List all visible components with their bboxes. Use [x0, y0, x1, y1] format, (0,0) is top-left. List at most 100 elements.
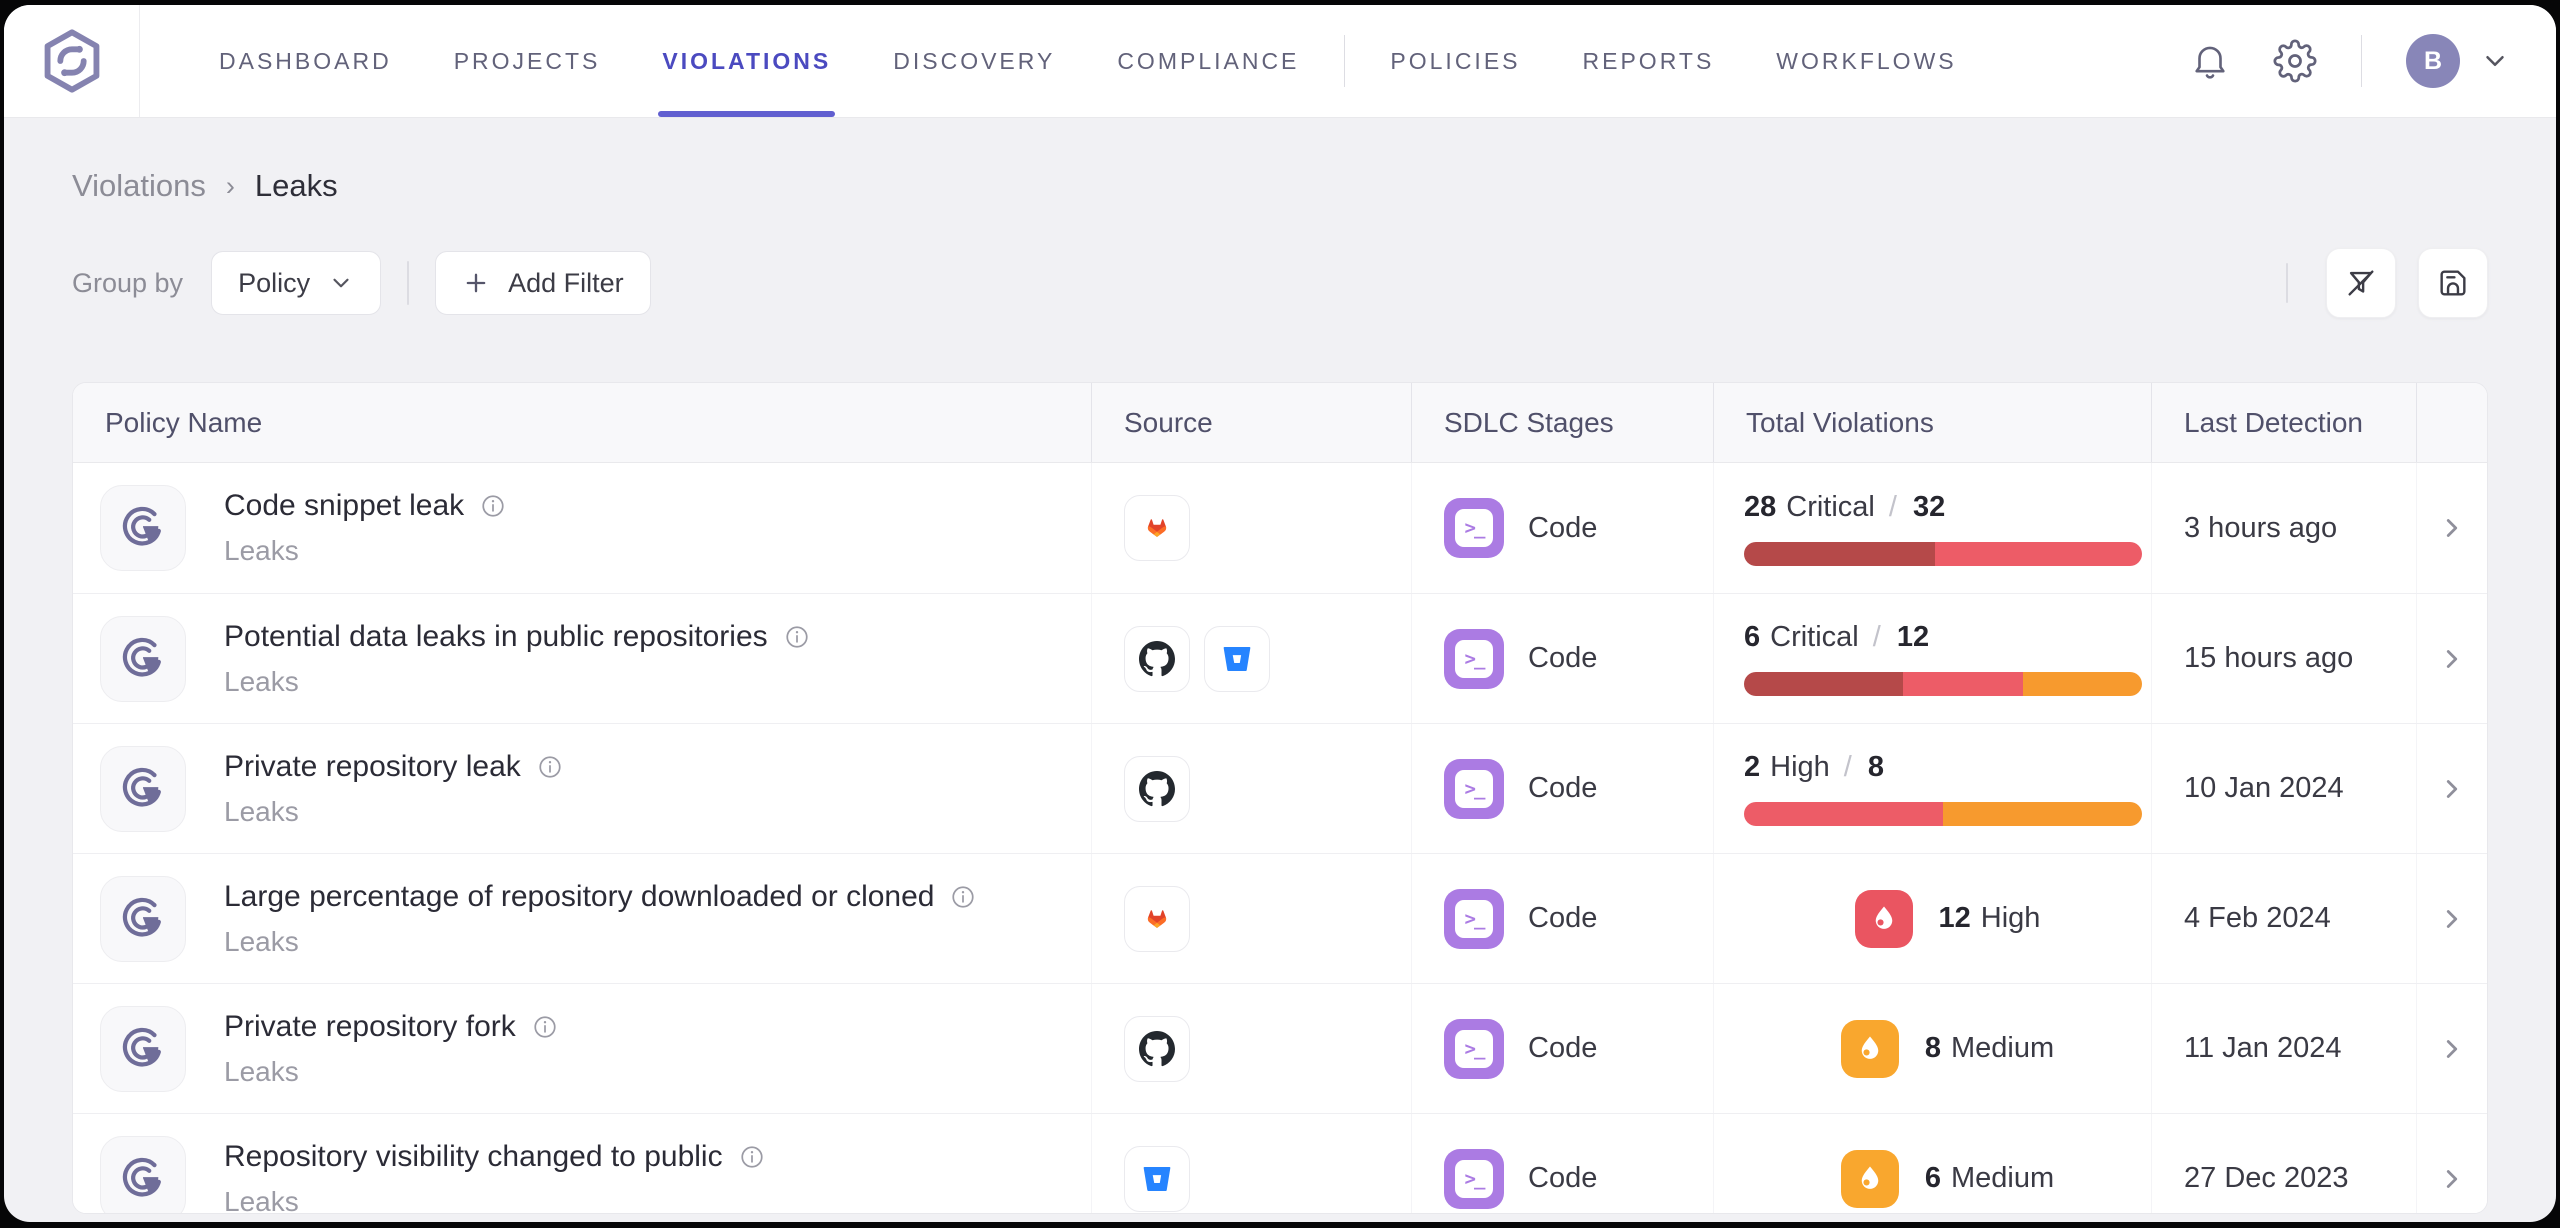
- policy-name: Repository visibility changed to public: [224, 1140, 723, 1174]
- col-policy-name[interactable]: Policy Name: [73, 383, 1091, 462]
- github-icon: [1124, 756, 1190, 822]
- chevron-right-icon[interactable]: [2437, 513, 2467, 543]
- col-last-detection[interactable]: Last Detection: [2151, 383, 2416, 462]
- violation-count: 12: [1939, 902, 1971, 935]
- chevron-right-icon[interactable]: [2437, 904, 2467, 934]
- policy-name: Code snippet leak: [224, 489, 464, 523]
- nav-workflows[interactable]: WORKFLOWS: [1776, 5, 1956, 117]
- nav-discovery[interactable]: DISCOVERY: [893, 5, 1055, 117]
- violation-separator: /: [1873, 621, 1881, 654]
- filter-off-icon: [2344, 266, 2378, 300]
- toolbar-divider: [407, 261, 409, 305]
- info-icon[interactable]: [739, 1144, 765, 1170]
- nav-compliance[interactable]: COMPLIANCE: [1117, 5, 1299, 117]
- violations-table: Policy Name Source SDLC Stages Total Vio…: [72, 382, 2488, 1214]
- code-stage-icon: >_: [1444, 1019, 1504, 1079]
- violation-severity: High: [1981, 902, 2041, 935]
- violation-total: 12: [1897, 621, 1929, 654]
- col-source[interactable]: Source: [1091, 383, 1411, 462]
- nav-violations[interactable]: VIOLATIONS: [662, 5, 831, 117]
- last-detection: 11 Jan 2024: [2151, 984, 2416, 1113]
- flame-icon: [1855, 890, 1913, 948]
- violation-total: 32: [1913, 491, 1945, 524]
- nav-policies[interactable]: POLICIES: [1390, 5, 1520, 117]
- save-view-button[interactable]: [2418, 248, 2488, 318]
- chevron-down-icon[interactable]: [2480, 46, 2510, 76]
- plus-icon: [462, 269, 490, 297]
- stage-label: Code: [1528, 772, 1597, 805]
- avatar[interactable]: B: [2406, 34, 2460, 88]
- chevron-right-icon[interactable]: [2437, 644, 2467, 674]
- violation-count: 6: [1925, 1162, 1941, 1195]
- nav-divider: [1344, 35, 1345, 87]
- policy-category: Leaks: [224, 666, 810, 698]
- violation-count: 2: [1744, 751, 1760, 784]
- table-row[interactable]: Private repository fork Leaks >_: [73, 983, 2487, 1113]
- leak-policy-icon: [100, 746, 186, 832]
- chevron-right-icon[interactable]: [2437, 1164, 2467, 1194]
- group-by-label: Group by: [72, 268, 183, 299]
- violations-bar: [1744, 802, 2142, 826]
- page-content: Violations › Leaks Group by Policy Add F…: [4, 168, 2556, 1214]
- account-menu[interactable]: B: [2406, 34, 2510, 88]
- violation-count: 28: [1744, 491, 1776, 524]
- stage-label: Code: [1528, 512, 1597, 545]
- violation-total: 8: [1868, 751, 1884, 784]
- stage-label: Code: [1528, 1162, 1597, 1195]
- table-row[interactable]: Potential data leaks in public repositor…: [73, 593, 2487, 723]
- breadcrumb-leaks: Leaks: [255, 168, 338, 204]
- clear-filters-button[interactable]: [2326, 248, 2396, 318]
- col-total-violations[interactable]: Total Violations: [1713, 383, 2151, 462]
- leak-policy-icon: [100, 485, 186, 571]
- violations-bar: [1744, 672, 2142, 696]
- save-icon: [2436, 266, 2470, 300]
- table-row[interactable]: Repository visibility changed to public …: [73, 1113, 2487, 1214]
- last-detection: 27 Dec 2023: [2151, 1114, 2416, 1214]
- chevron-right-icon[interactable]: [2437, 774, 2467, 804]
- bell-icon[interactable]: [2189, 40, 2231, 82]
- info-icon[interactable]: [537, 754, 563, 780]
- breadcrumb-violations[interactable]: Violations: [72, 168, 206, 204]
- violation-severity: Medium: [1951, 1032, 2054, 1065]
- nav-reports[interactable]: REPORTS: [1583, 5, 1715, 117]
- breadcrumb: Violations › Leaks: [72, 168, 2488, 204]
- leak-policy-icon: [100, 616, 186, 702]
- app-logo[interactable]: [4, 5, 140, 117]
- bitbucket-icon: [1124, 1146, 1190, 1212]
- filter-toolbar: Group by Policy Add Filter: [72, 250, 2488, 316]
- table-row[interactable]: Private repository leak Leaks >_: [73, 723, 2487, 853]
- table-row[interactable]: Code snippet leak Leaks >_: [73, 463, 2487, 593]
- violation-count: 6: [1744, 621, 1760, 654]
- col-sdlc-stages[interactable]: SDLC Stages: [1411, 383, 1713, 462]
- nav-projects[interactable]: PROJECTS: [454, 5, 601, 117]
- info-icon[interactable]: [532, 1014, 558, 1040]
- add-filter-label: Add Filter: [508, 268, 624, 299]
- code-stage-icon: >_: [1444, 889, 1504, 949]
- flame-icon: [1841, 1150, 1899, 1208]
- add-filter-button[interactable]: Add Filter: [435, 251, 651, 315]
- code-stage-icon: >_: [1444, 759, 1504, 819]
- chevron-right-icon[interactable]: [2437, 1034, 2467, 1064]
- last-detection: 4 Feb 2024: [2151, 854, 2416, 983]
- group-by-select[interactable]: Policy: [211, 251, 381, 315]
- gitlab-icon: [1124, 495, 1190, 561]
- code-stage-icon: >_: [1444, 629, 1504, 689]
- gear-icon[interactable]: [2273, 39, 2317, 83]
- breadcrumb-separator: ›: [226, 171, 235, 202]
- info-icon[interactable]: [950, 884, 976, 910]
- code-stage-icon: >_: [1444, 498, 1504, 558]
- hexagon-logo-icon: [38, 27, 106, 95]
- nav-dashboard[interactable]: DASHBOARD: [219, 5, 392, 117]
- violation-severity: Medium: [1951, 1162, 2054, 1195]
- github-icon: [1124, 1016, 1190, 1082]
- info-icon[interactable]: [480, 493, 506, 519]
- last-detection: 15 hours ago: [2151, 594, 2416, 723]
- last-detection: 3 hours ago: [2151, 463, 2416, 593]
- table-row[interactable]: Large percentage of repository downloade…: [73, 853, 2487, 983]
- violations-bar: [1744, 542, 2142, 566]
- stage-label: Code: [1528, 902, 1597, 935]
- info-icon[interactable]: [784, 624, 810, 650]
- leak-policy-icon: [100, 1136, 186, 1215]
- violation-separator: /: [1844, 751, 1852, 784]
- last-detection: 10 Jan 2024: [2151, 724, 2416, 853]
